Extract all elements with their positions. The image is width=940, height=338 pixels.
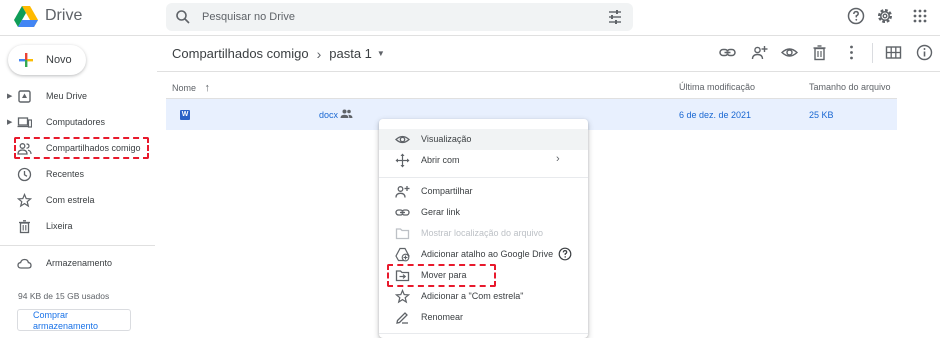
- sidebar-item-trash[interactable]: Lixeira: [0, 216, 155, 238]
- link-icon[interactable]: [719, 44, 736, 61]
- menu-item-label: Renomear: [421, 312, 464, 322]
- apps-icon[interactable]: [911, 7, 929, 25]
- menu-item-preview[interactable]: Visualização: [379, 129, 588, 150]
- file-size: 25 KB: [809, 110, 834, 120]
- computers-icon: [17, 117, 32, 128]
- help-icon[interactable]: [847, 7, 865, 25]
- column-header-size[interactable]: Tamanho do arquivo: [809, 82, 891, 92]
- menu-item-label: Adicionar atalho ao Google Drive: [421, 249, 554, 259]
- column-header-name[interactable]: Nome ↑: [172, 82, 210, 94]
- buy-storage-label: Comprar armazenamento: [33, 310, 99, 331]
- breadcrumb-current[interactable]: pasta 1: [329, 46, 372, 61]
- menu-item-share[interactable]: Compartilhar: [379, 181, 588, 202]
- file-modified-date: 6 de dez. de 2021: [679, 110, 752, 120]
- menu-item-label: Compartilhar: [421, 186, 473, 196]
- add-shortcut-icon: [395, 247, 410, 262]
- caret-down-icon[interactable]: ▼: [377, 49, 385, 58]
- menu-item-add-starred[interactable]: Adicionar a "Com estrela": [379, 286, 588, 307]
- menu-item-show-location: Mostrar localização do arquivo: [379, 223, 588, 244]
- menu-item-label: Visualização: [421, 134, 472, 144]
- top-bar: Drive: [0, 0, 940, 36]
- menu-item-label: Mostrar localização do arquivo: [421, 228, 544, 238]
- grid-view-icon[interactable]: [885, 44, 902, 61]
- breadcrumb: Compartilhados comigo › pasta 1 ▼: [172, 45, 385, 65]
- sidebar-item-label: Meu Drive: [46, 91, 88, 101]
- app-title[interactable]: Drive: [45, 7, 82, 25]
- column-header-modified[interactable]: Última modificação: [679, 82, 755, 92]
- expand-arrow-icon[interactable]: ▶: [7, 92, 12, 100]
- sidebar-item-starred[interactable]: Com estrela: [0, 190, 155, 212]
- help-icon[interactable]: [558, 247, 572, 261]
- shared-with-me-icon: [17, 143, 32, 155]
- menu-item-rename[interactable]: Renomear: [379, 307, 588, 328]
- eye-icon: [395, 135, 410, 144]
- preview-icon[interactable]: [781, 44, 798, 61]
- sidebar-item-label: Recentes: [46, 169, 85, 179]
- trash-icon: [19, 220, 30, 234]
- drive-logo-icon[interactable]: [14, 6, 38, 28]
- menu-item-open-with[interactable]: Abrir com ›: [379, 150, 588, 171]
- column-header-name-label: Nome: [172, 83, 197, 93]
- shared-people-icon: [340, 109, 353, 118]
- sidebar-item-label: Com estrela: [46, 195, 95, 205]
- search-bar[interactable]: [166, 3, 633, 31]
- add-person-icon[interactable]: [751, 44, 768, 61]
- sidebar-item-recent[interactable]: Recentes: [0, 164, 155, 186]
- toolbar-divider-line: [157, 71, 940, 72]
- share-person-icon: [395, 186, 410, 198]
- storage-usage-text: 94 KB de 15 GB usados: [18, 291, 110, 301]
- star-icon: [17, 193, 32, 208]
- menu-item-label: Adicionar a "Com estrela": [421, 291, 524, 301]
- menu-item-label: Gerar link: [421, 207, 461, 217]
- clock-icon: [17, 167, 32, 182]
- cloud-icon: [17, 258, 32, 269]
- context-menu: Visualização Abrir com › Compartilhar Ge…: [379, 119, 588, 338]
- sidebar-item-shared-with-me[interactable]: Compartilhados comigo: [0, 138, 155, 160]
- menu-item-get-link[interactable]: Gerar link: [379, 202, 588, 223]
- sidebar-item-storage[interactable]: Armazenamento: [0, 253, 155, 275]
- new-button-label: Novo: [46, 54, 72, 66]
- more-icon[interactable]: [843, 44, 860, 61]
- search-icon[interactable]: [175, 9, 191, 25]
- menu-item-add-shortcut[interactable]: Adicionar atalho ao Google Drive: [379, 244, 588, 265]
- sidebar-item-my-drive[interactable]: ▶ Meu Drive: [0, 86, 155, 108]
- new-button[interactable]: Novo: [8, 45, 86, 75]
- sidebar-item-label: Compartilhados comigo: [46, 143, 141, 153]
- menu-divider: [379, 333, 588, 334]
- sidebar-item-computers[interactable]: ▶ Computadores: [0, 112, 155, 134]
- sidebar-divider: [0, 245, 155, 246]
- move-to-icon: [395, 270, 410, 282]
- folder-icon: [395, 228, 410, 240]
- settings-icon[interactable]: [876, 7, 894, 25]
- sort-arrow-up-icon[interactable]: ↑: [205, 82, 211, 94]
- menu-divider: [379, 177, 588, 178]
- word-doc-icon: W: [180, 110, 190, 120]
- star-icon: [395, 289, 410, 304]
- breadcrumb-root[interactable]: Compartilhados comigo: [172, 46, 309, 61]
- rename-icon: [396, 312, 408, 324]
- menu-item-move-to[interactable]: Mover para: [379, 265, 588, 286]
- sidebar-item-label: Computadores: [46, 117, 106, 127]
- delete-icon[interactable]: [811, 44, 828, 61]
- my-drive-icon: [18, 90, 31, 103]
- menu-item-label: Abrir com: [421, 155, 460, 165]
- toolbar-divider: [872, 43, 873, 63]
- chevron-right-icon: ›: [556, 153, 560, 165]
- expand-arrow-icon[interactable]: ▶: [7, 118, 12, 126]
- sidebar-item-label: Armazenamento: [46, 258, 113, 268]
- file-name[interactable]: docx: [319, 110, 338, 120]
- open-with-icon: [395, 153, 410, 168]
- info-icon[interactable]: [916, 44, 933, 61]
- plus-icon: [19, 53, 33, 67]
- search-input[interactable]: [202, 7, 582, 27]
- menu-item-label: Mover para: [421, 270, 467, 280]
- chevron-right-icon: ›: [316, 45, 322, 62]
- tune-icon[interactable]: [607, 9, 623, 25]
- buy-storage-button[interactable]: Comprar armazenamento: [17, 309, 131, 331]
- sidebar-item-label: Lixeira: [46, 221, 73, 231]
- link-icon: [395, 209, 410, 216]
